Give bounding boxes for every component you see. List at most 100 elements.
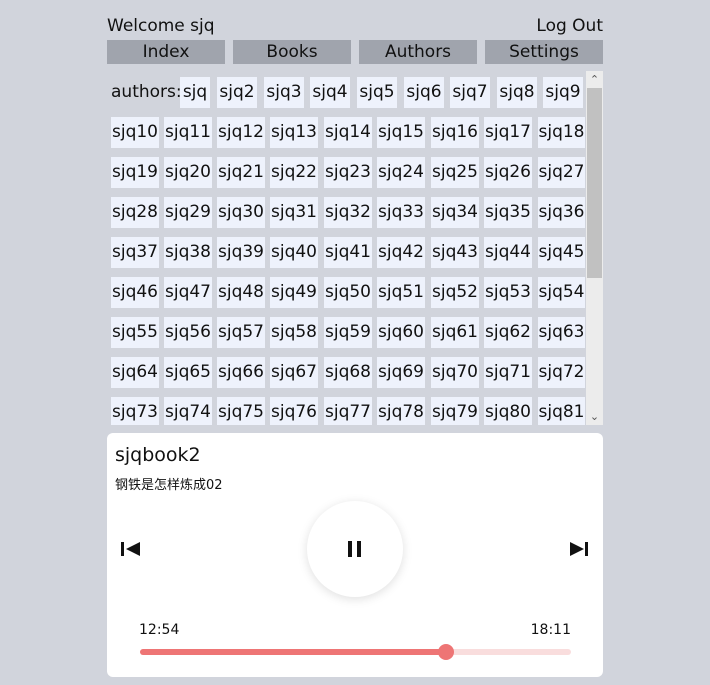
author-chip[interactable]: sjq43 [431, 237, 479, 268]
author-chip[interactable]: sjq71 [484, 357, 532, 388]
author-chip[interactable]: sjq56 [164, 317, 212, 348]
audio-player: sjqbook2 钢铁是怎样炼成02 12:54 18:11 [107, 433, 603, 677]
author-chip[interactable]: sjq48 [217, 277, 265, 308]
author-chip[interactable]: sjq79 [431, 397, 479, 425]
author-chip[interactable]: sjq62 [484, 317, 532, 348]
author-chip[interactable]: sjq36 [538, 197, 585, 228]
author-chip[interactable]: sjq75 [217, 397, 265, 425]
author-chip[interactable]: sjq41 [324, 237, 372, 268]
author-chip[interactable]: sjq39 [217, 237, 265, 268]
author-chip[interactable]: sjq49 [270, 277, 318, 308]
author-chip[interactable]: sjq65 [164, 357, 212, 388]
author-chip[interactable]: sjq57 [217, 317, 265, 348]
author-chip[interactable]: sjq2 [217, 77, 257, 108]
author-chip[interactable]: sjq47 [164, 277, 212, 308]
author-chip[interactable]: sjq6 [404, 77, 444, 108]
authors-scrollbar[interactable]: ⌃ ⌄ [586, 71, 603, 425]
author-chip[interactable]: sjq70 [431, 357, 479, 388]
author-chip[interactable]: sjq38 [164, 237, 212, 268]
author-chip[interactable]: sjq5 [357, 77, 397, 108]
author-chip[interactable]: sjq58 [270, 317, 318, 348]
author-chip[interactable]: sjq59 [324, 317, 372, 348]
author-chip[interactable]: sjq27 [538, 157, 585, 188]
author-chip[interactable]: sjq67 [270, 357, 318, 388]
author-chip[interactable]: sjq21 [217, 157, 265, 188]
author-chip[interactable]: sjq15 [377, 117, 425, 148]
author-chip[interactable]: sjq81 [538, 397, 585, 425]
author-chip[interactable]: sjq11 [164, 117, 212, 148]
author-chip[interactable]: sjq33 [377, 197, 425, 228]
author-chip[interactable]: sjq66 [217, 357, 265, 388]
author-chip[interactable]: sjq40 [270, 237, 318, 268]
author-chip[interactable]: sjq23 [324, 157, 372, 188]
author-chip[interactable]: sjq44 [484, 237, 532, 268]
logout-link[interactable]: Log Out [536, 16, 603, 36]
scroll-up-arrow-icon[interactable]: ⌃ [586, 71, 603, 88]
author-chip[interactable]: sjq51 [377, 277, 425, 308]
welcome-text: Welcome sjq [107, 16, 215, 36]
main-nav: Index Books Authors Settings [107, 40, 603, 64]
author-chip[interactable]: sjq60 [377, 317, 425, 348]
scroll-down-arrow-icon[interactable]: ⌄ [586, 408, 603, 425]
author-chip[interactable]: sjq30 [217, 197, 265, 228]
author-chip[interactable]: sjq35 [484, 197, 532, 228]
author-chip[interactable]: sjq28 [111, 197, 159, 228]
author-chip[interactable]: sjq37 [111, 237, 159, 268]
scroll-thumb[interactable] [587, 88, 602, 278]
author-chip[interactable]: sjq31 [270, 197, 318, 228]
author-chip[interactable]: sjq12 [217, 117, 265, 148]
author-chip[interactable]: sjq22 [270, 157, 318, 188]
author-chip[interactable]: sjq68 [324, 357, 372, 388]
author-chip[interactable]: sjq7 [450, 77, 490, 108]
author-chip[interactable]: sjq10 [111, 117, 159, 148]
author-chip[interactable]: sjq46 [111, 277, 159, 308]
nav-settings-button[interactable]: Settings [485, 40, 603, 64]
author-chip[interactable]: sjq16 [431, 117, 479, 148]
skip-previous-icon[interactable] [120, 539, 142, 559]
author-chip[interactable]: sjq25 [431, 157, 479, 188]
progress-track[interactable] [140, 644, 571, 660]
author-chip[interactable]: sjq61 [431, 317, 479, 348]
author-chip[interactable]: sjq73 [111, 397, 159, 425]
nav-index-button[interactable]: Index [107, 40, 225, 64]
author-chip[interactable]: sjq13 [270, 117, 318, 148]
author-chip[interactable]: sjq [180, 77, 210, 108]
author-chip[interactable]: sjq54 [538, 277, 585, 308]
author-chip[interactable]: sjq52 [431, 277, 479, 308]
nav-books-button[interactable]: Books [233, 40, 351, 64]
author-chip[interactable]: sjq64 [111, 357, 159, 388]
nav-authors-button[interactable]: Authors [359, 40, 477, 64]
author-chip[interactable]: sjq14 [324, 117, 372, 148]
skip-next-icon[interactable] [568, 539, 590, 559]
author-chip[interactable]: sjq26 [484, 157, 532, 188]
author-chip[interactable]: sjq76 [270, 397, 318, 425]
author-chip[interactable]: sjq29 [164, 197, 212, 228]
author-chip[interactable]: sjq20 [164, 157, 212, 188]
play-pause-button[interactable] [307, 501, 403, 597]
author-chip[interactable]: sjq63 [538, 317, 585, 348]
author-chip[interactable]: sjq24 [377, 157, 425, 188]
author-chip[interactable]: sjq74 [164, 397, 212, 425]
author-chip[interactable]: sjq32 [324, 197, 372, 228]
author-chip[interactable]: sjq55 [111, 317, 159, 348]
author-chip[interactable]: sjq9 [543, 77, 583, 108]
author-chip[interactable]: sjq19 [111, 157, 159, 188]
author-chip[interactable]: sjq80 [484, 397, 532, 425]
author-chip[interactable]: sjq34 [431, 197, 479, 228]
author-chip[interactable]: sjq78 [377, 397, 425, 425]
author-chip[interactable]: sjq50 [324, 277, 372, 308]
author-chip[interactable]: sjq72 [538, 357, 585, 388]
progress-knob[interactable] [437, 644, 454, 660]
author-chip[interactable]: sjq42 [377, 237, 425, 268]
header: Welcome sjq Log Out [107, 16, 603, 40]
author-chip[interactable]: sjq3 [264, 77, 304, 108]
author-chip[interactable]: sjq45 [538, 237, 585, 268]
author-chip[interactable]: sjq8 [497, 77, 537, 108]
author-chip[interactable]: sjq17 [484, 117, 532, 148]
authors-label: authors: [111, 82, 182, 102]
author-chip[interactable]: sjq18 [538, 117, 585, 148]
author-chip[interactable]: sjq53 [484, 277, 532, 308]
author-chip[interactable]: sjq77 [324, 397, 372, 425]
author-chip[interactable]: sjq69 [377, 357, 425, 388]
author-chip[interactable]: sjq4 [310, 77, 350, 108]
